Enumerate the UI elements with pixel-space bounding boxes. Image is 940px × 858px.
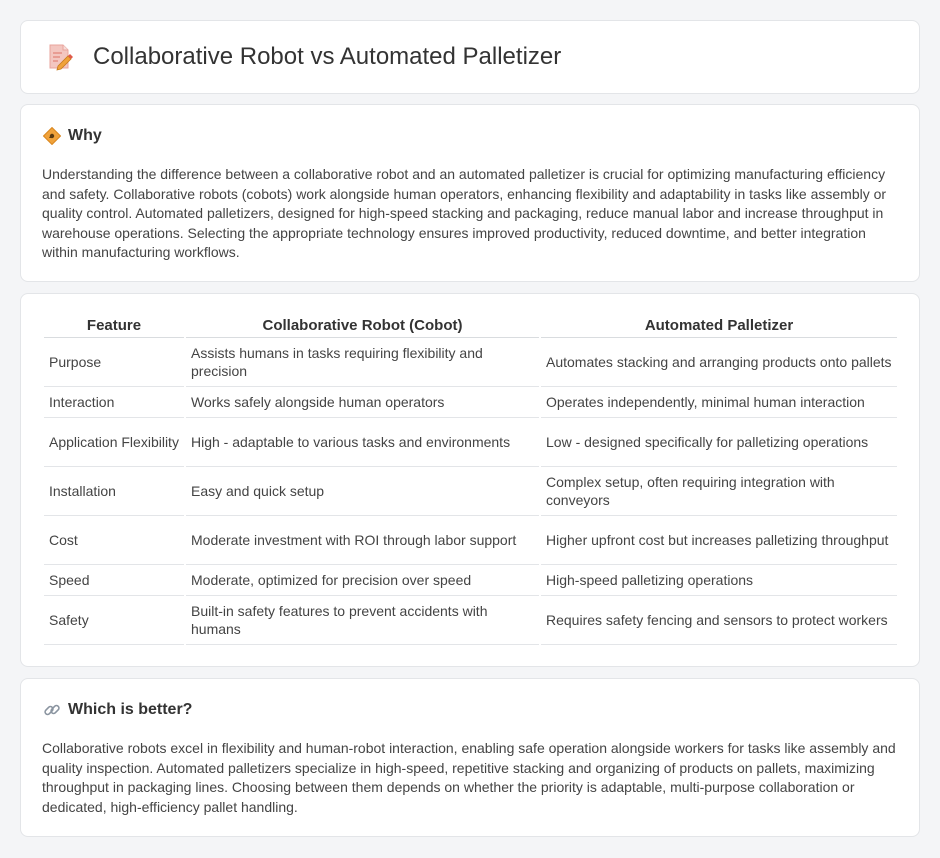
header-feature: Feature bbox=[44, 316, 184, 338]
palletizer-cell: Operates independently, minimal human in… bbox=[541, 387, 897, 418]
palletizer-cell: Low - designed specifically for palletiz… bbox=[541, 418, 897, 467]
table-row: Application Flexibility High - adaptable… bbox=[44, 418, 897, 467]
why-section: Why Understanding the difference between… bbox=[20, 104, 920, 282]
comparison-table: Feature Collaborative Robot (Cobot) Auto… bbox=[42, 316, 899, 645]
why-heading-row: Why bbox=[43, 127, 102, 145]
feature-cell: Interaction bbox=[44, 387, 184, 418]
table-row: Cost Moderate investment with ROI throug… bbox=[44, 516, 897, 565]
cobot-cell: Moderate investment with ROI through lab… bbox=[186, 516, 539, 565]
palletizer-cell: Automates stacking and arranging product… bbox=[541, 338, 897, 387]
table-row: Interaction Works safely alongside human… bbox=[44, 387, 897, 418]
palletizer-cell: Requires safety fencing and sensors to p… bbox=[541, 596, 897, 645]
comparison-section: Feature Collaborative Robot (Cobot) Auto… bbox=[20, 293, 920, 667]
table-row: Speed Moderate, optimized for precision … bbox=[44, 565, 897, 596]
feature-cell: Safety bbox=[44, 596, 184, 645]
cobot-cell: High - adaptable to various tasks and en… bbox=[186, 418, 539, 467]
cobot-cell: Assists humans in tasks requiring flexib… bbox=[186, 338, 539, 387]
feature-cell: Cost bbox=[44, 516, 184, 565]
why-heading: Why bbox=[68, 127, 102, 144]
palletizer-cell: Higher upfront cost but increases pallet… bbox=[541, 516, 897, 565]
header-cobot: Collaborative Robot (Cobot) bbox=[186, 316, 539, 338]
table-row: Purpose Assists humans in tasks requirin… bbox=[44, 338, 897, 387]
feature-cell: Application Flexibility bbox=[44, 418, 184, 467]
table-header-row: Feature Collaborative Robot (Cobot) Auto… bbox=[44, 316, 897, 338]
diamond-sign-icon bbox=[43, 127, 61, 145]
cobot-cell: Built-in safety features to prevent acci… bbox=[186, 596, 539, 645]
better-text: Collaborative robots excel in flexibilit… bbox=[42, 740, 896, 815]
table-row: Installation Easy and quick setup Comple… bbox=[44, 467, 897, 516]
title-card: Collaborative Robot vs Automated Palleti… bbox=[20, 20, 920, 94]
title-row: Collaborative Robot vs Automated Palleti… bbox=[47, 43, 561, 71]
cobot-cell: Easy and quick setup bbox=[186, 467, 539, 516]
page-title: Collaborative Robot vs Automated Palleti… bbox=[93, 43, 562, 70]
link-icon bbox=[44, 704, 60, 716]
why-text: Understanding the difference between a c… bbox=[42, 166, 887, 260]
cobot-cell: Moderate, optimized for precision over s… bbox=[186, 565, 539, 596]
palletizer-cell: Complex setup, often requiring integrati… bbox=[541, 467, 897, 516]
better-heading: Which is better? bbox=[68, 701, 193, 718]
feature-cell: Installation bbox=[44, 467, 184, 516]
better-heading-row: Which is better? bbox=[43, 701, 192, 719]
document-pencil-icon bbox=[49, 44, 73, 71]
palletizer-cell: High-speed palletizing operations bbox=[541, 565, 897, 596]
header-palletizer: Automated Palletizer bbox=[541, 316, 897, 338]
better-section: Which is better? Collaborative robots ex… bbox=[20, 678, 920, 837]
feature-cell: Purpose bbox=[44, 338, 184, 387]
feature-cell: Speed bbox=[44, 565, 184, 596]
cobot-cell: Works safely alongside human operators bbox=[186, 387, 539, 418]
table-row: Safety Built-in safety features to preve… bbox=[44, 596, 897, 645]
